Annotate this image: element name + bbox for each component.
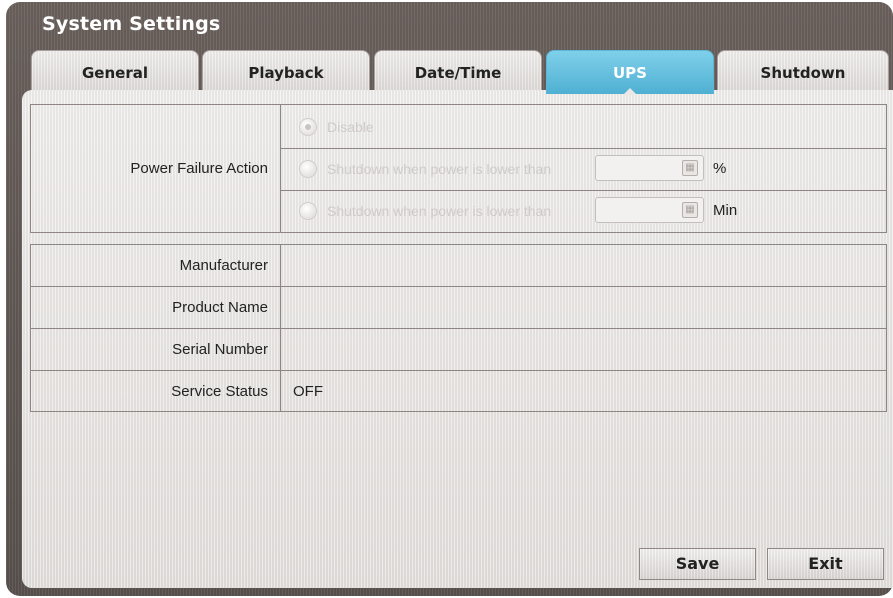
table-row-divider [31,286,886,287]
minutes-unit: Min [713,202,738,219]
ups-info-table: Manufacturer Product Name Serial Number … [30,244,887,412]
tab-ups-label: UPS [613,64,647,82]
table-row-divider [31,328,886,329]
service-status-value: OFF [293,383,323,400]
divider [281,190,886,191]
percent-unit: % [713,160,727,177]
radio-shutdown-minutes[interactable] [299,202,317,220]
option-disable-label: Disable [327,119,374,135]
product-name-label: Product Name [172,299,268,316]
percent-input[interactable]: ▦ [595,155,704,181]
option-shutdown-minutes-label: Shutdown when power is lower than [327,203,552,219]
minutes-input[interactable]: ▦ [595,197,704,223]
radio-disable[interactable] [299,118,317,136]
power-failure-box: Power Failure Action Disable Shutdown wh… [30,104,887,233]
active-tab-caret-icon [623,88,637,95]
manufacturer-label: Manufacturer [179,257,268,274]
divider [280,105,281,232]
service-status-label: Service Status [171,383,268,400]
keyboard-icon[interactable]: ▦ [682,202,698,218]
power-failure-label: Power Failure Action [130,160,268,177]
tab-shutdown[interactable]: Shutdown [717,50,889,94]
table-row-divider [31,370,886,371]
exit-button[interactable]: Exit [767,548,884,580]
keyboard-icon[interactable]: ▦ [682,160,698,176]
option-shutdown-percent-label: Shutdown when power is lower than [327,161,552,177]
tab-playback[interactable]: Playback [202,50,370,94]
radio-shutdown-percent[interactable] [299,160,317,178]
window-title: System Settings [42,13,221,35]
save-button[interactable]: Save [639,548,756,580]
serial-number-label: Serial Number [172,341,268,358]
tab-general[interactable]: General [31,50,199,94]
settings-panel: Power Failure Action Disable Shutdown wh… [22,90,893,588]
tab-ups[interactable]: UPS [546,50,714,95]
divider [281,148,886,149]
tab-date-time[interactable]: Date/Time [374,50,542,94]
